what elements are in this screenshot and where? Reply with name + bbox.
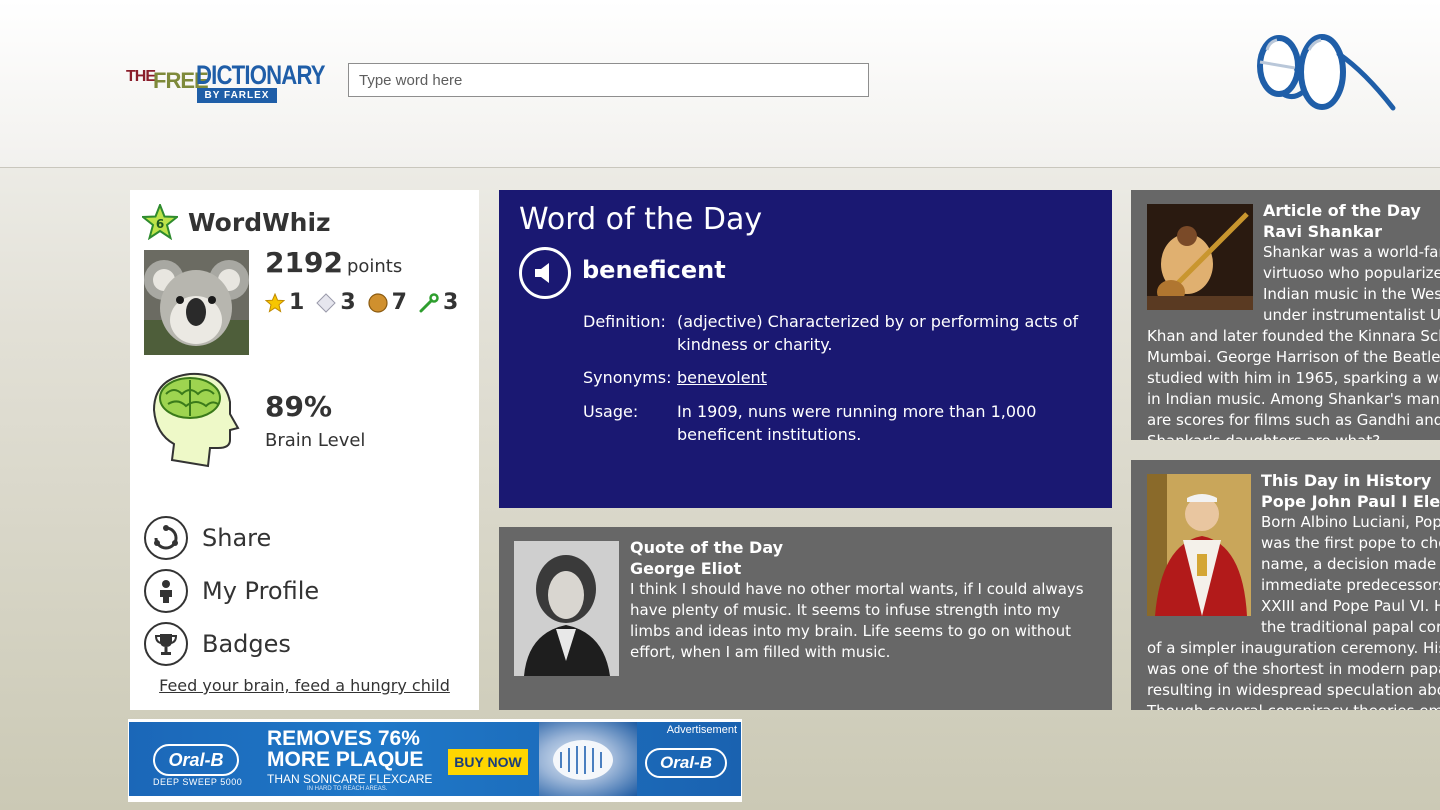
points-value: 2192 [265, 246, 343, 279]
oralb-logo-left: Oral-B [153, 744, 239, 776]
ad-model: DEEP SWEEP 5000 [153, 777, 243, 787]
this-day-in-history-panel[interactable]: This Day in History Pope John Paul I Ele… [1131, 460, 1440, 710]
points-display: 2192 points [265, 246, 402, 279]
my-profile-button[interactable]: My Profile [144, 569, 319, 613]
trophy-icon [144, 622, 188, 666]
definition-text: (adjective) Characterized by or performi… [677, 312, 1079, 354]
definition-label: Definition: [583, 312, 666, 331]
quote-text: I think I should have no other mortal wa… [630, 580, 1084, 661]
share-icon [144, 516, 188, 560]
app-header: THE FREE DICTIONARY BY FARLEX [0, 0, 1440, 168]
quote-title: Quote of the Day [630, 538, 784, 557]
ad-headline: REMOVES 76% MORE PLAQUE [267, 728, 423, 770]
stat-diamonds: 3 [316, 290, 356, 315]
oralb-logo-right: Oral-B [645, 748, 727, 778]
logo-dictionary: DICTIONARY [196, 60, 326, 90]
freedictionary-logo[interactable]: THE FREE DICTIONARY BY FARLEX [126, 60, 328, 106]
key-icon [419, 292, 439, 312]
quote-author-photo [514, 541, 619, 676]
stars-count: 1 [289, 290, 305, 315]
definition-row: Definition: (adjective) Characterized by… [583, 310, 1113, 356]
article-photo [1147, 204, 1253, 310]
brain-head-icon [152, 372, 240, 468]
username: WordWhiz [188, 208, 331, 237]
brain-level-label: Brain Level [265, 430, 366, 451]
ad-fine-print: IN HARD TO REACH AREAS. [307, 786, 388, 792]
badges-button[interactable]: Badges [144, 622, 291, 666]
pronounce-button[interactable] [519, 247, 571, 299]
ad-headline-line1: REMOVES 76% [267, 727, 420, 750]
brain-level-percent: 89% [265, 390, 333, 423]
synonyms-label: Synonyms: [583, 368, 672, 387]
diamond-icon [316, 292, 337, 313]
reading-glasses-icon [1257, 34, 1396, 111]
profile-panel: 6 WordWhiz 2192 points 1 3 7 3 89% Brain… [130, 190, 479, 710]
history-photo [1147, 474, 1251, 616]
word-of-the-day-word: beneficent [582, 256, 726, 284]
logo-byline: BY FARLEX [197, 88, 277, 103]
history-content: This Day in History Pope John Paul I Ele… [1147, 470, 1440, 710]
keys-count: 3 [442, 290, 459, 315]
usage-label: Usage: [583, 402, 639, 421]
toothbrush-head-image [539, 722, 637, 796]
gold-star-icon [265, 292, 285, 313]
advertisement-banner[interactable]: Oral-B DEEP SWEEP 5000 REMOVES 76% MORE … [128, 719, 742, 802]
stat-coins: 7 [368, 290, 407, 315]
search-input[interactable] [348, 63, 869, 97]
points-label: points [346, 256, 403, 277]
diamonds-count: 3 [340, 290, 356, 315]
share-button[interactable]: Share [144, 516, 271, 560]
quote-author: George Eliot [630, 559, 742, 578]
synonym-link[interactable]: benevolent [677, 366, 1097, 389]
my-profile-label: My Profile [202, 577, 320, 605]
word-of-the-day-title: Word of the Day [519, 202, 763, 237]
ad-content[interactable]: Oral-B DEEP SWEEP 5000 REMOVES 76% MORE … [129, 722, 741, 796]
usage-text: In 1909, nuns were running more than 1,0… [677, 402, 1037, 444]
logo-the: THE [126, 68, 156, 85]
share-label: Share [202, 524, 272, 552]
ad-subheadline: THAN SONICARE FLEXCARE [267, 772, 433, 786]
person-icon [144, 569, 188, 613]
coin-icon [368, 292, 388, 313]
stat-stars: 1 [265, 290, 304, 315]
feed-hungry-child-link[interactable]: Feed your brain, feed a hungry child [130, 676, 479, 695]
advertisement-label: Advertisement [666, 724, 737, 736]
quote-of-the-day-panel[interactable]: Quote of the Day George Eliot I think I … [499, 527, 1112, 710]
synonyms-row: Synonyms: benevolent [583, 366, 1113, 389]
article-content: Article of the Day Ravi Shankar Shankar … [1147, 200, 1440, 440]
ad-headline-line2: MORE PLAQUE [267, 748, 424, 771]
badge-stats: 1 3 7 3 [265, 290, 458, 315]
article-of-the-day-panel[interactable]: Article of the Day Ravi Shankar Shankar … [1131, 190, 1440, 440]
badges-label: Badges [202, 630, 291, 658]
avatar[interactable] [144, 250, 249, 355]
word-of-the-day-panel[interactable]: Word of the Day beneficent Definition: (… [499, 190, 1112, 508]
level-number: 6 [156, 217, 164, 231]
buy-now-button[interactable]: BUY NOW [448, 749, 528, 775]
coins-count: 7 [391, 290, 407, 315]
stat-keys: 3 [419, 290, 458, 315]
usage-row: Usage: In 1909, nuns were running more t… [583, 400, 1113, 446]
speaker-icon [535, 263, 549, 283]
green-star-badge-icon: 6 [142, 204, 178, 240]
